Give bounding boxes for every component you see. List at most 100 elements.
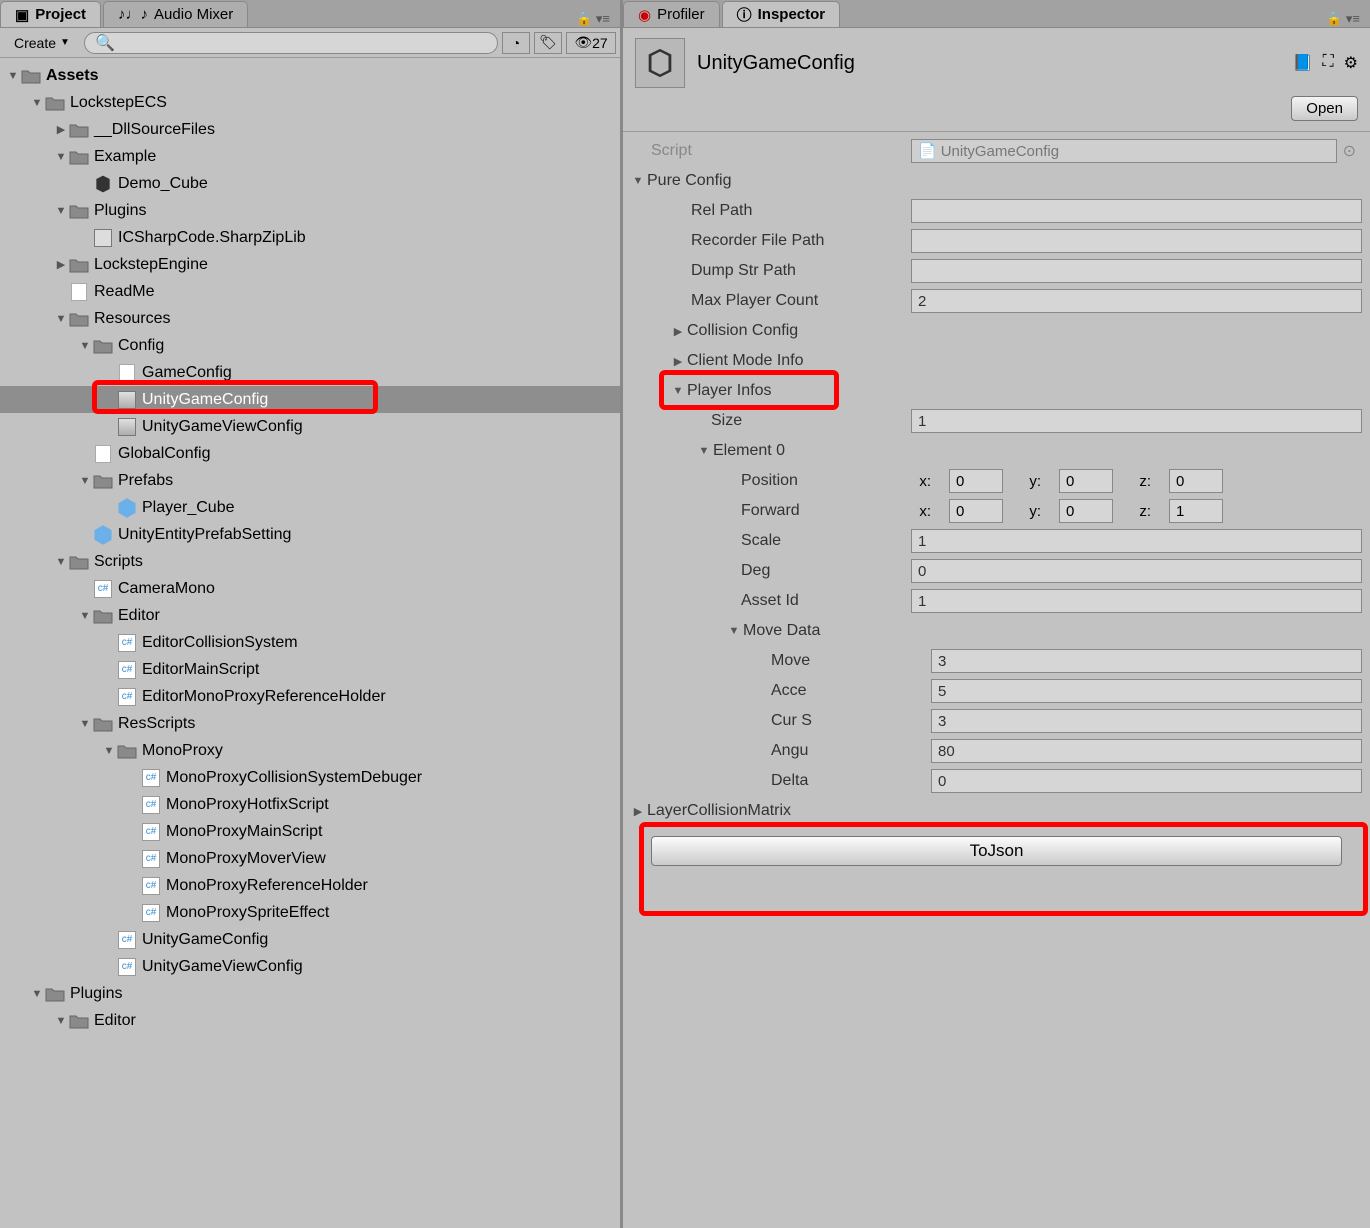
tree-row[interactable]: ▶c#UnityGameConfig: [0, 926, 620, 953]
tree-arrow[interactable]: ▼: [78, 718, 92, 730]
prefab-icon: [92, 524, 114, 546]
clientmode-label: Client Mode Info: [687, 352, 804, 370]
tab-profiler[interactable]: ◉ Profiler: [623, 1, 720, 27]
tree-arrow[interactable]: ▼: [78, 475, 92, 487]
relpath-input[interactable]: [911, 199, 1362, 223]
deg-input[interactable]: 0: [911, 559, 1362, 583]
foldout-arrow[interactable]: ▼: [697, 445, 711, 457]
prefab-icon: [116, 497, 138, 519]
tree-row[interactable]: ▼ResScripts: [0, 710, 620, 737]
gear-icon[interactable]: ⚙: [1344, 53, 1358, 73]
tree-row[interactable]: ▶UnityEntityPrefabSetting: [0, 521, 620, 548]
cur-input[interactable]: 3: [931, 709, 1362, 733]
foldout-arrow[interactable]: ▼: [671, 385, 685, 397]
tree-row[interactable]: ▼Config: [0, 332, 620, 359]
tree-arrow[interactable]: ▼: [54, 151, 68, 163]
tojson-button[interactable]: ToJson: [651, 836, 1342, 866]
tree-arrow[interactable]: ▼: [54, 313, 68, 325]
create-menu[interactable]: Create ▼: [4, 33, 80, 53]
forward-z-input[interactable]: [1169, 499, 1223, 523]
tree-row[interactable]: ▶Demo_Cube: [0, 170, 620, 197]
open-button[interactable]: Open: [1291, 96, 1358, 121]
tree-row[interactable]: ▼LockstepECS: [0, 89, 620, 116]
tree-row[interactable]: ▶c#CameraMono: [0, 575, 620, 602]
forward-y-input[interactable]: [1059, 499, 1113, 523]
dump-input[interactable]: [911, 259, 1362, 283]
tree-row[interactable]: ▶c#MonoProxySpriteEffect: [0, 899, 620, 926]
tree-arrow[interactable]: ▼: [30, 97, 44, 109]
tree-row[interactable]: ▼Editor: [0, 1007, 620, 1034]
filter-label-button[interactable]: 🏷: [534, 32, 562, 54]
tree-row[interactable]: ▼Plugins: [0, 980, 620, 1007]
move-input[interactable]: 3: [931, 649, 1362, 673]
tree-row[interactable]: ▼Scripts: [0, 548, 620, 575]
tree-arrow[interactable]: ▶: [54, 123, 68, 136]
tree-row[interactable]: ▼Example: [0, 143, 620, 170]
angu-input[interactable]: 80: [931, 739, 1362, 763]
tree-arrow[interactable]: ▼: [54, 205, 68, 217]
tree-label: ReadMe: [94, 283, 154, 301]
lock-icon[interactable]: 🔒 ▾≡: [576, 11, 610, 27]
maxplayer-input[interactable]: 2: [911, 289, 1362, 313]
tree-row[interactable]: ▶c#MonoProxyMainScript: [0, 818, 620, 845]
tree-arrow[interactable]: ▼: [78, 610, 92, 622]
assetid-input[interactable]: 1: [911, 589, 1362, 613]
tree-row[interactable]: ▶c#EditorMainScript: [0, 656, 620, 683]
help-icon[interactable]: 📘: [1293, 53, 1313, 73]
tree-row[interactable]: ▼Assets: [0, 62, 620, 89]
foldout-arrow[interactable]: ▶: [671, 325, 685, 338]
tree-row[interactable]: ▼Editor: [0, 602, 620, 629]
tab-audio-mixer[interactable]: ♪♩♪ Audio Mixer: [103, 1, 248, 27]
delta-input[interactable]: 0: [931, 769, 1362, 793]
tree-row[interactable]: ▶ICSharpCode.SharpZipLib: [0, 224, 620, 251]
tab-project[interactable]: ▣ Project: [0, 1, 101, 27]
tree-row[interactable]: ▶UnityGameConfig: [0, 386, 620, 413]
tree-arrow[interactable]: ▼: [102, 745, 116, 757]
tree-row[interactable]: ▶UnityGameViewConfig: [0, 413, 620, 440]
tree-row[interactable]: ▶LockstepEngine: [0, 251, 620, 278]
recorder-input[interactable]: [911, 229, 1362, 253]
foldout-arrow[interactable]: ▼: [631, 175, 645, 187]
tree-label: UnityGameConfig: [142, 391, 268, 409]
tab-inspector[interactable]: ⓘ Inspector: [722, 1, 841, 27]
tree-row[interactable]: ▶c#MonoProxyReferenceHolder: [0, 872, 620, 899]
project-tree[interactable]: ▼Assets▼LockstepECS▶__DllSourceFiles▼Exa…: [0, 58, 620, 1228]
tree-row[interactable]: ▶c#EditorCollisionSystem: [0, 629, 620, 656]
tree-row[interactable]: ▶ReadMe: [0, 278, 620, 305]
lock-icon[interactable]: 🔒 ▾≡: [1326, 11, 1360, 27]
preset-icon[interactable]: ⛶: [1322, 53, 1333, 73]
foldout-arrow[interactable]: ▼: [727, 625, 741, 637]
tree-row[interactable]: ▶c#UnityGameViewConfig: [0, 953, 620, 980]
tree-row[interactable]: ▶c#EditorMonoProxyReferenceHolder: [0, 683, 620, 710]
tree-row[interactable]: ▶__DllSourceFiles: [0, 116, 620, 143]
tree-arrow[interactable]: ▼: [54, 1015, 68, 1027]
tree-row[interactable]: ▼Resources: [0, 305, 620, 332]
search-input[interactable]: 🔍: [84, 32, 498, 54]
tree-row[interactable]: ▶c#MonoProxyHotfixScript: [0, 791, 620, 818]
tree-row[interactable]: ▶GameConfig: [0, 359, 620, 386]
tree-row[interactable]: ▼MonoProxy: [0, 737, 620, 764]
size-input[interactable]: 1: [911, 409, 1362, 433]
scale-input[interactable]: 1: [911, 529, 1362, 553]
acce-input[interactable]: 5: [931, 679, 1362, 703]
tree-row[interactable]: ▼Prefabs: [0, 467, 620, 494]
tree-row[interactable]: ▼Plugins: [0, 197, 620, 224]
tree-arrow[interactable]: ▶: [54, 258, 68, 271]
tree-row[interactable]: ▶Player_Cube: [0, 494, 620, 521]
position-z-input[interactable]: [1169, 469, 1223, 493]
forward-x-input[interactable]: [949, 499, 1003, 523]
tree-row[interactable]: ▶c#MonoProxyCollisionSystemDebuger: [0, 764, 620, 791]
tree-arrow[interactable]: ▼: [78, 340, 92, 352]
tree-arrow[interactable]: ▼: [6, 70, 20, 82]
tree-row[interactable]: ▶GlobalConfig: [0, 440, 620, 467]
hidden-count[interactable]: 👁 27: [566, 32, 616, 54]
position-y-input[interactable]: [1059, 469, 1113, 493]
foldout-arrow[interactable]: ▶: [631, 805, 645, 818]
position-x-input[interactable]: [949, 469, 1003, 493]
tree-arrow[interactable]: ▼: [30, 988, 44, 1000]
tree-row[interactable]: ▶c#MonoProxyMoverView: [0, 845, 620, 872]
foldout-arrow[interactable]: ▶: [671, 355, 685, 368]
tree-arrow[interactable]: ▼: [54, 556, 68, 568]
filter-type-button[interactable]: ◔: [502, 32, 530, 54]
object-picker-icon[interactable]: ⊙: [1343, 141, 1356, 161]
